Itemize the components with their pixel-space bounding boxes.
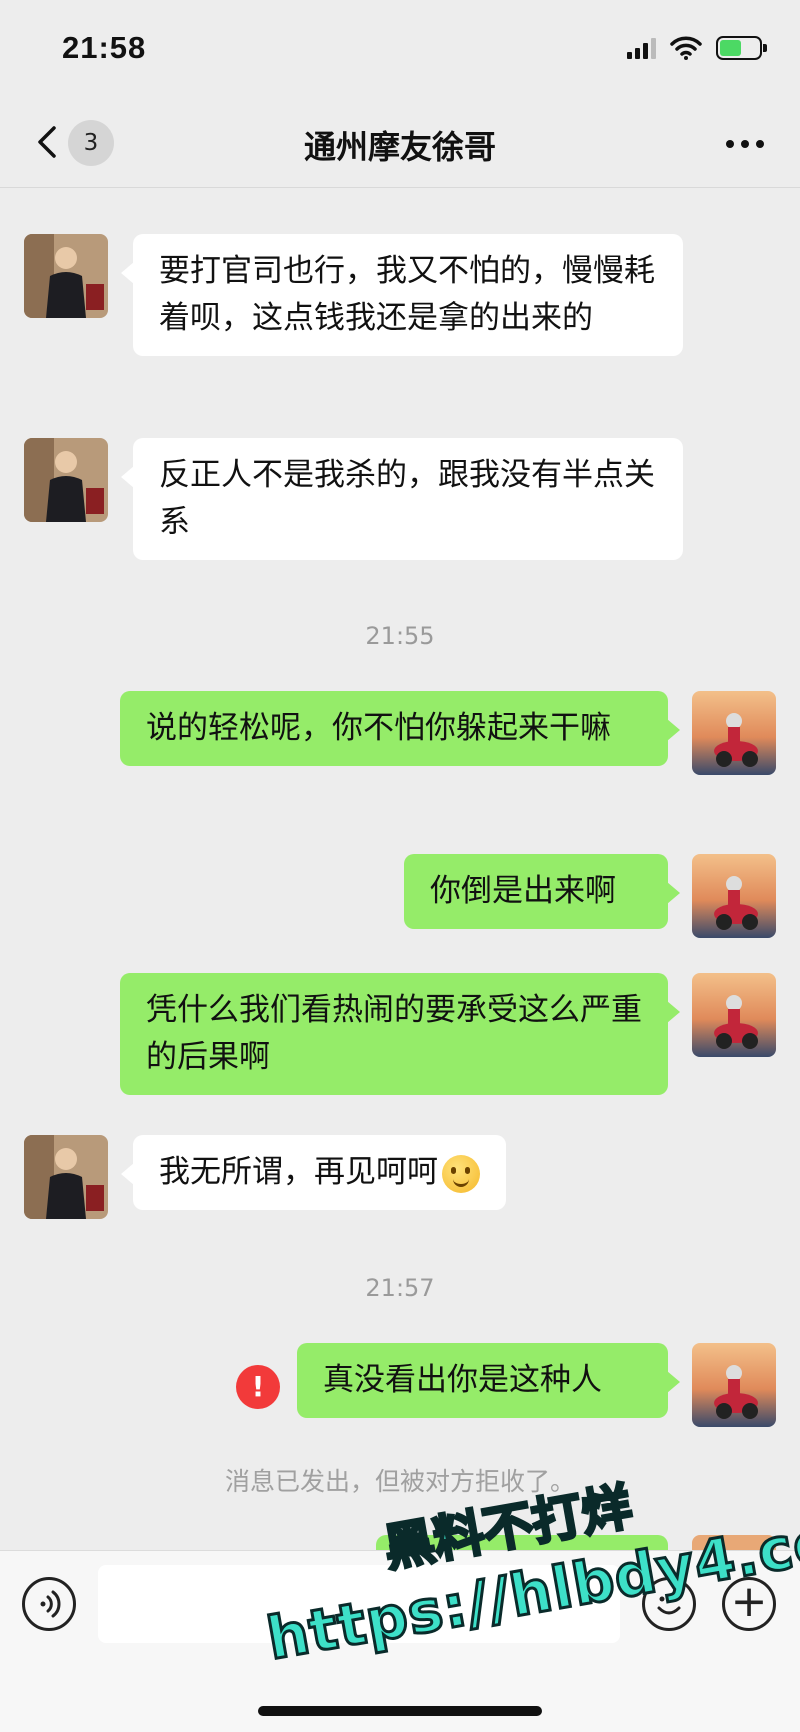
- voice-input-button[interactable]: [22, 1577, 76, 1631]
- home-indicator: [258, 1706, 542, 1716]
- my-avatar[interactable]: [692, 691, 776, 775]
- chat-title: 通州摩友徐哥: [303, 128, 496, 166]
- my-avatar[interactable]: [692, 973, 776, 1057]
- send-failed-icon[interactable]: !: [236, 1365, 280, 1409]
- battery-icon: [716, 36, 767, 60]
- message-bubble[interactable]: 要打官司也行，我又不怕的，慢慢耗着呗，这点钱我还是拿的出来的: [121, 234, 683, 356]
- status-bar: 21:58: [0, 0, 800, 100]
- message-input[interactable]: [98, 1565, 620, 1643]
- cellular-signal-icon: [627, 37, 656, 59]
- message-text: 我无所谓，再见呵呵: [159, 1154, 438, 1190]
- smile-emoji-icon: [442, 1154, 480, 1193]
- my-avatar[interactable]: [692, 1343, 776, 1427]
- emoji-button[interactable]: [642, 1577, 696, 1631]
- message-list[interactable]: 要打官司也行，我又不怕的，慢慢耗着呗，这点钱我还是拿的出来的 反正人不是我杀的，…: [0, 188, 800, 1550]
- plus-icon: +: [730, 1576, 768, 1627]
- more-functions-button[interactable]: +: [722, 1577, 776, 1631]
- back-arrow-icon[interactable]: [30, 122, 66, 162]
- timestamp: 21:57: [365, 1274, 435, 1302]
- input-bar: +: [0, 1550, 800, 1732]
- message-bubble-partial: [376, 1535, 668, 1550]
- rejected-notice: 消息已发出，但被对方拒收了。: [224, 1467, 575, 1496]
- contact-avatar[interactable]: [24, 1135, 108, 1219]
- voice-icon: [40, 1590, 61, 1618]
- contact-avatar[interactable]: [24, 234, 108, 318]
- my-avatar-partial: [692, 1535, 776, 1550]
- status-time: 21:58: [62, 30, 147, 65]
- contact-avatar[interactable]: [24, 438, 108, 522]
- timestamp: 21:55: [365, 622, 435, 650]
- message-bubble[interactable]: 说的轻松呢，你不怕你躲起来干嘛: [120, 691, 680, 766]
- message-bubble[interactable]: 真没看出你是这种人: [297, 1343, 680, 1418]
- message-bubble[interactable]: 反正人不是我杀的，跟我没有半点关系: [121, 438, 683, 560]
- message-bubble[interactable]: 我无所谓，再见呵呵: [121, 1135, 506, 1210]
- message-bubble[interactable]: 你倒是出来啊: [404, 854, 680, 929]
- wifi-icon: [670, 36, 702, 60]
- emoji-icon: [657, 1596, 681, 1615]
- status-icons: [627, 36, 767, 60]
- message-bubble[interactable]: 凭什么我们看热闹的要承受这么严重的后果啊: [120, 973, 680, 1095]
- chat-header: 3 通州摩友徐哥: [0, 100, 800, 188]
- more-options-icon[interactable]: [726, 140, 764, 148]
- my-avatar[interactable]: [692, 854, 776, 938]
- unread-count-badge[interactable]: 3: [68, 120, 114, 166]
